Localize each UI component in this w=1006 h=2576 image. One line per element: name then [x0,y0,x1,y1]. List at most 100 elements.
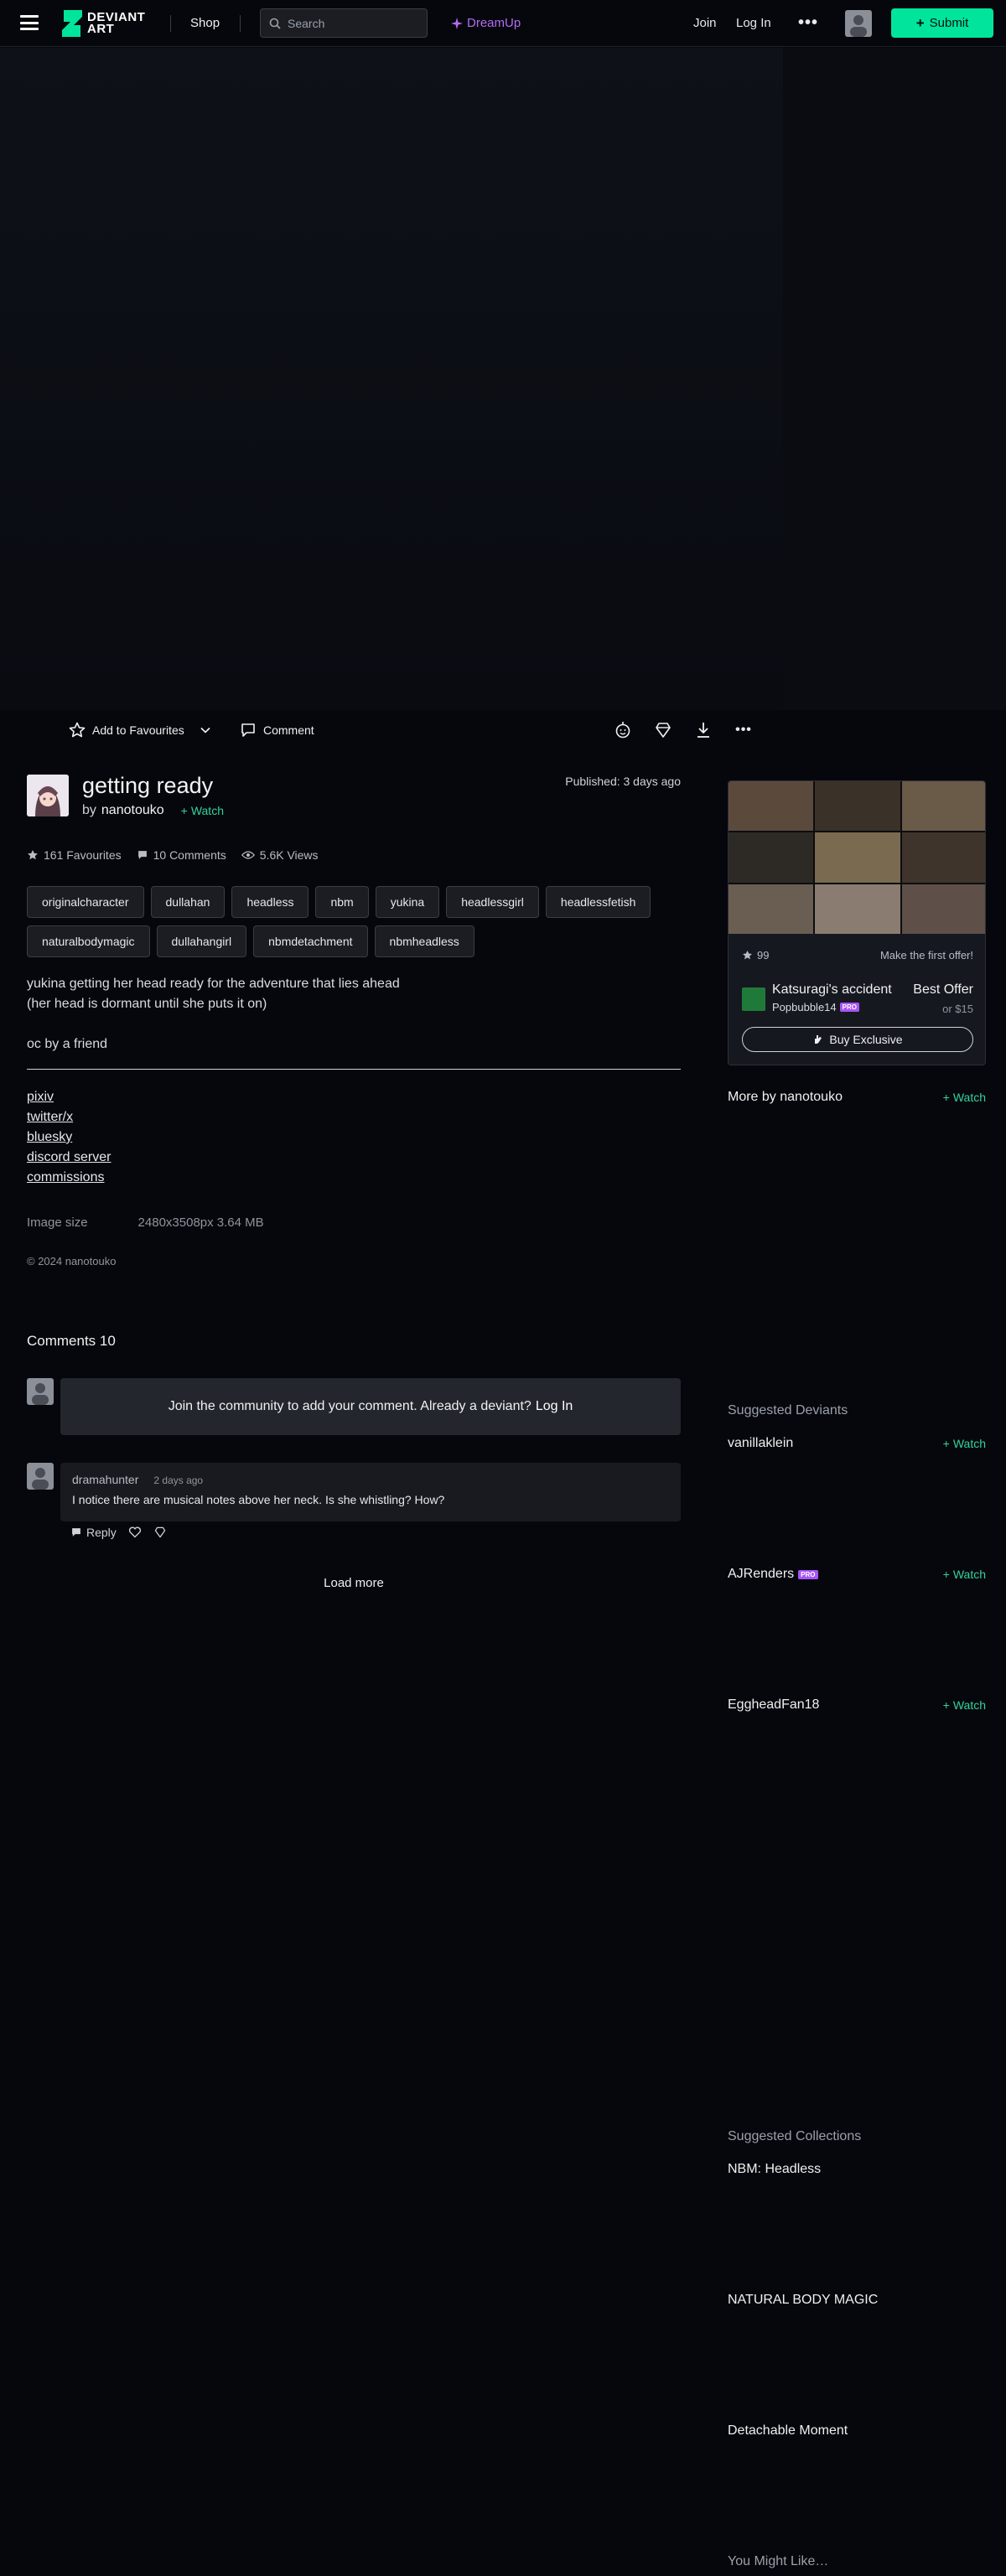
deviantart-logo-icon [62,10,82,37]
login-link[interactable]: Log In [736,16,771,30]
top-navigation-bar: DEVIANT ART Shop DreamUp Join Log In •••… [0,0,1006,47]
watch-author-button[interactable]: + Watch [181,804,224,817]
pro-badge: PRO [839,1003,859,1012]
comment-button[interactable]: Comment [240,718,314,743]
load-more-comments-button[interactable]: Load more [312,1576,396,1590]
listing-title[interactable]: Katsuragi's accident [772,982,892,998]
search-input[interactable] [288,16,413,30]
seller-avatar[interactable] [742,987,765,1011]
reply-label: Reply [86,1526,117,1539]
default-avatar-icon [850,15,867,37]
plus-icon: + [942,1091,950,1104]
watch-author-sidebar-button[interactable]: + Watch [943,1091,986,1104]
header-divider [170,15,171,32]
like-comment-button[interactable] [128,1526,142,1538]
shop-listing-card[interactable]: 99 Make the first offer! Katsuragi's acc… [728,780,986,1065]
comment-label: Comment [263,723,314,737]
tag-chip[interactable]: nbm [315,886,369,918]
commenter-avatar[interactable] [27,1463,54,1490]
suggested-deviant: EggheadFan18 + Watch [728,1697,986,1713]
author-avatar[interactable] [27,775,69,816]
join-link[interactable]: Join [693,16,717,30]
heart-icon [128,1526,141,1538]
listing-favourites: 99 [742,949,769,961]
join-community-prompt[interactable]: Join the community to add your comment. … [60,1378,681,1435]
deviant-name[interactable]: EggheadFan18 [728,1697,819,1713]
tag-chip[interactable]: headless [231,886,309,918]
comments-stat: 10 Comments [137,848,226,862]
menu-icon[interactable] [20,15,39,30]
tag-chip[interactable]: nbmdetachment [253,925,368,957]
more-actions-icon[interactable]: ••• [733,719,754,741]
tag-chip[interactable]: dullahangirl [156,925,247,957]
download-icon[interactable] [692,719,714,741]
watch-deviant-button[interactable]: + Watch [943,1437,986,1450]
collection-link[interactable]: NATURAL BODY MAGIC [728,2293,878,2308]
deviation-image-stage[interactable] [0,48,1006,710]
comment-item: dramahunter 2 days ago I notice there ar… [60,1463,681,1521]
byline: by nanotouko + Watch [82,803,224,818]
deviant-name[interactable]: vanillaklein [728,1436,793,1451]
collection-link[interactable]: NBM: Headless [728,2162,821,2177]
twitter-link[interactable]: twitter/x [27,1107,111,1127]
more-by-title: More by nanotouko [728,1090,843,1104]
commissions-link[interactable]: commissions [27,1168,111,1188]
tag-chip[interactable]: originalcharacter [27,886,144,918]
watch-label: Watch [952,1698,986,1712]
seller-name: Popbubble14 [772,1001,837,1013]
commenter-name[interactable]: dramahunter [72,1473,138,1486]
more-options-icon[interactable]: ••• [798,13,818,33]
points-icon [154,1526,166,1538]
join-login-link[interactable]: Log In [536,1399,573,1414]
star-icon [28,850,38,860]
tag-chip[interactable]: yukina [375,886,440,918]
submit-button[interactable]: + Submit [891,8,993,38]
add-to-favourites-button[interactable]: Add to Favourites [69,718,184,743]
more-by-author-header: More by nanotouko + Watch [728,1090,986,1105]
shop-link[interactable]: Shop [190,16,220,30]
star-icon [69,722,86,738]
watch-label: Watch [952,1437,986,1450]
dreamup-label: DreamUp [467,16,521,30]
give-points-comment-button[interactable] [153,1526,167,1538]
reply-button[interactable]: Reply [70,1526,117,1539]
header-divider [240,15,241,32]
copyright-notice: © 2024 nanotouko [27,1255,117,1267]
discord-link[interactable]: discord server [27,1148,111,1168]
tag-chip[interactable]: dullahan [150,886,226,918]
comment-text: I notice there are musical notes above h… [72,1493,445,1506]
logo-text-line2: ART [87,22,115,36]
search-box[interactable] [260,8,428,38]
pixiv-link[interactable]: pixiv [27,1087,111,1107]
watch-deviant-button[interactable]: + Watch [943,1568,986,1581]
tag-chip[interactable]: naturalbodymagic [27,925,150,957]
dreamup-link[interactable]: DreamUp [451,16,521,30]
plus-icon: + [180,804,188,817]
listing-seller[interactable]: Popbubble14 PRO [772,1001,859,1013]
emoji-reaction-icon[interactable] [612,719,634,741]
join-prompt-text: Join the community to add your comment. … [168,1399,532,1413]
deviant-name[interactable]: AJRenders [728,1567,794,1582]
watch-deviant-button[interactable]: + Watch [943,1698,986,1712]
collection-link[interactable]: Detachable Moment [728,2423,848,2439]
hand-icon [815,1035,822,1044]
best-offer-label: Best Offer [913,982,973,997]
comment-icon [137,851,147,859]
sparkle-icon [451,17,463,29]
description-line: (her head is dormant until she puts it o… [27,997,267,1011]
bluesky-link[interactable]: bluesky [27,1127,111,1148]
author-avatar-image [27,775,69,816]
plus-icon: + [942,1437,950,1450]
author-link[interactable]: nanotouko [101,803,164,818]
favourites-dropdown-toggle[interactable] [200,718,211,743]
give-points-icon[interactable] [652,719,674,741]
tag-chip[interactable]: headlessfetish [545,886,651,918]
listing-preview-grid [729,781,985,934]
you-might-like-heading: You Might Like… [728,2554,829,2568]
buy-exclusive-button[interactable]: Buy Exclusive [742,1027,973,1052]
user-avatar[interactable] [845,10,872,37]
tag-chip[interactable]: headlessgirl [446,886,539,918]
image-size-label: Image size [27,1215,88,1230]
deviantart-logo[interactable]: DEVIANT ART [60,10,146,37]
tag-chip[interactable]: nbmheadless [374,925,474,957]
